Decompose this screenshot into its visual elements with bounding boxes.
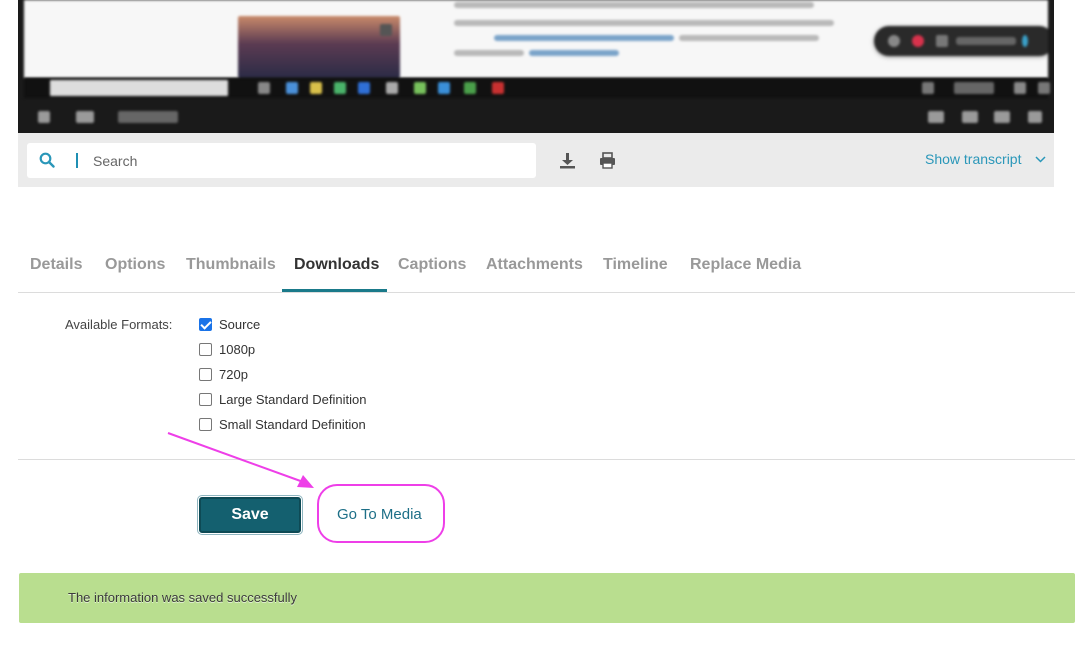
fullscreen-icon[interactable]	[1028, 111, 1042, 123]
recorder-pill	[874, 26, 1048, 56]
format-label: 1080p	[219, 342, 256, 357]
tab-downloads[interactable]: Downloads	[294, 256, 379, 274]
chevron-down-icon	[1035, 156, 1046, 163]
format-checkbox[interactable]	[199, 318, 212, 331]
format-checkbox[interactable]	[199, 393, 212, 406]
print-icon[interactable]	[599, 152, 616, 169]
video-screen[interactable]	[24, 0, 1048, 78]
format-checkbox[interactable]	[199, 368, 212, 381]
format-label: 720p	[219, 367, 248, 382]
format-label: Source	[219, 317, 261, 332]
player-controls[interactable]	[24, 104, 1048, 130]
tab-thumbnails[interactable]: Thumbnails	[186, 256, 276, 274]
tab-attachments[interactable]: Attachments	[486, 256, 583, 274]
available-formats-label: Available Formats:	[65, 317, 173, 332]
play-icon[interactable]	[38, 111, 50, 123]
video-text-line	[679, 35, 819, 41]
taskbar-search	[50, 80, 228, 96]
go-to-media-link[interactable]: Go To Media	[337, 506, 422, 523]
section-divider	[18, 459, 1075, 460]
media-tabs: Details Options Thumbnails Downloads Cap…	[18, 244, 1075, 293]
video-text-line	[454, 50, 524, 56]
volume-icon[interactable]	[76, 111, 94, 123]
search-input[interactable]	[93, 149, 513, 172]
show-transcript-link[interactable]: Show transcript	[925, 151, 1046, 167]
show-transcript-label: Show transcript	[925, 151, 1022, 167]
time-readout	[118, 111, 178, 123]
format-label: Large Standard Definition	[219, 392, 367, 407]
screen-taskbar	[24, 78, 1050, 98]
success-message: The information was saved successfully	[68, 590, 298, 605]
video-player[interactable]	[18, 0, 1054, 133]
video-text-line	[454, 2, 814, 8]
tab-captions[interactable]: Captions	[398, 256, 466, 274]
tab-timeline[interactable]: Timeline	[603, 256, 668, 274]
active-tab-indicator	[282, 289, 387, 292]
speed-icon[interactable]	[994, 111, 1010, 123]
video-text-line	[454, 20, 834, 26]
settings-icon[interactable]	[928, 111, 944, 123]
tab-replace-media[interactable]: Replace Media	[690, 256, 801, 274]
video-link-line	[494, 35, 674, 41]
video-thumbnail-image	[238, 16, 400, 78]
search-icon	[39, 152, 55, 168]
captions-icon[interactable]	[962, 111, 978, 123]
format-label: Small Standard Definition	[219, 417, 366, 432]
save-button[interactable]: Save	[197, 495, 303, 535]
player-toolbar: Show transcript	[18, 133, 1054, 187]
text-cursor	[76, 153, 78, 168]
tab-details[interactable]: Details	[30, 256, 82, 274]
tab-options[interactable]: Options	[105, 256, 165, 274]
transcript-search-box[interactable]	[27, 143, 536, 178]
download-icon[interactable]	[559, 152, 576, 169]
success-alert: The information was saved successfully	[19, 573, 1075, 623]
video-link-line	[529, 50, 619, 56]
format-checkbox[interactable]	[199, 343, 212, 356]
format-checkbox[interactable]	[199, 418, 212, 431]
